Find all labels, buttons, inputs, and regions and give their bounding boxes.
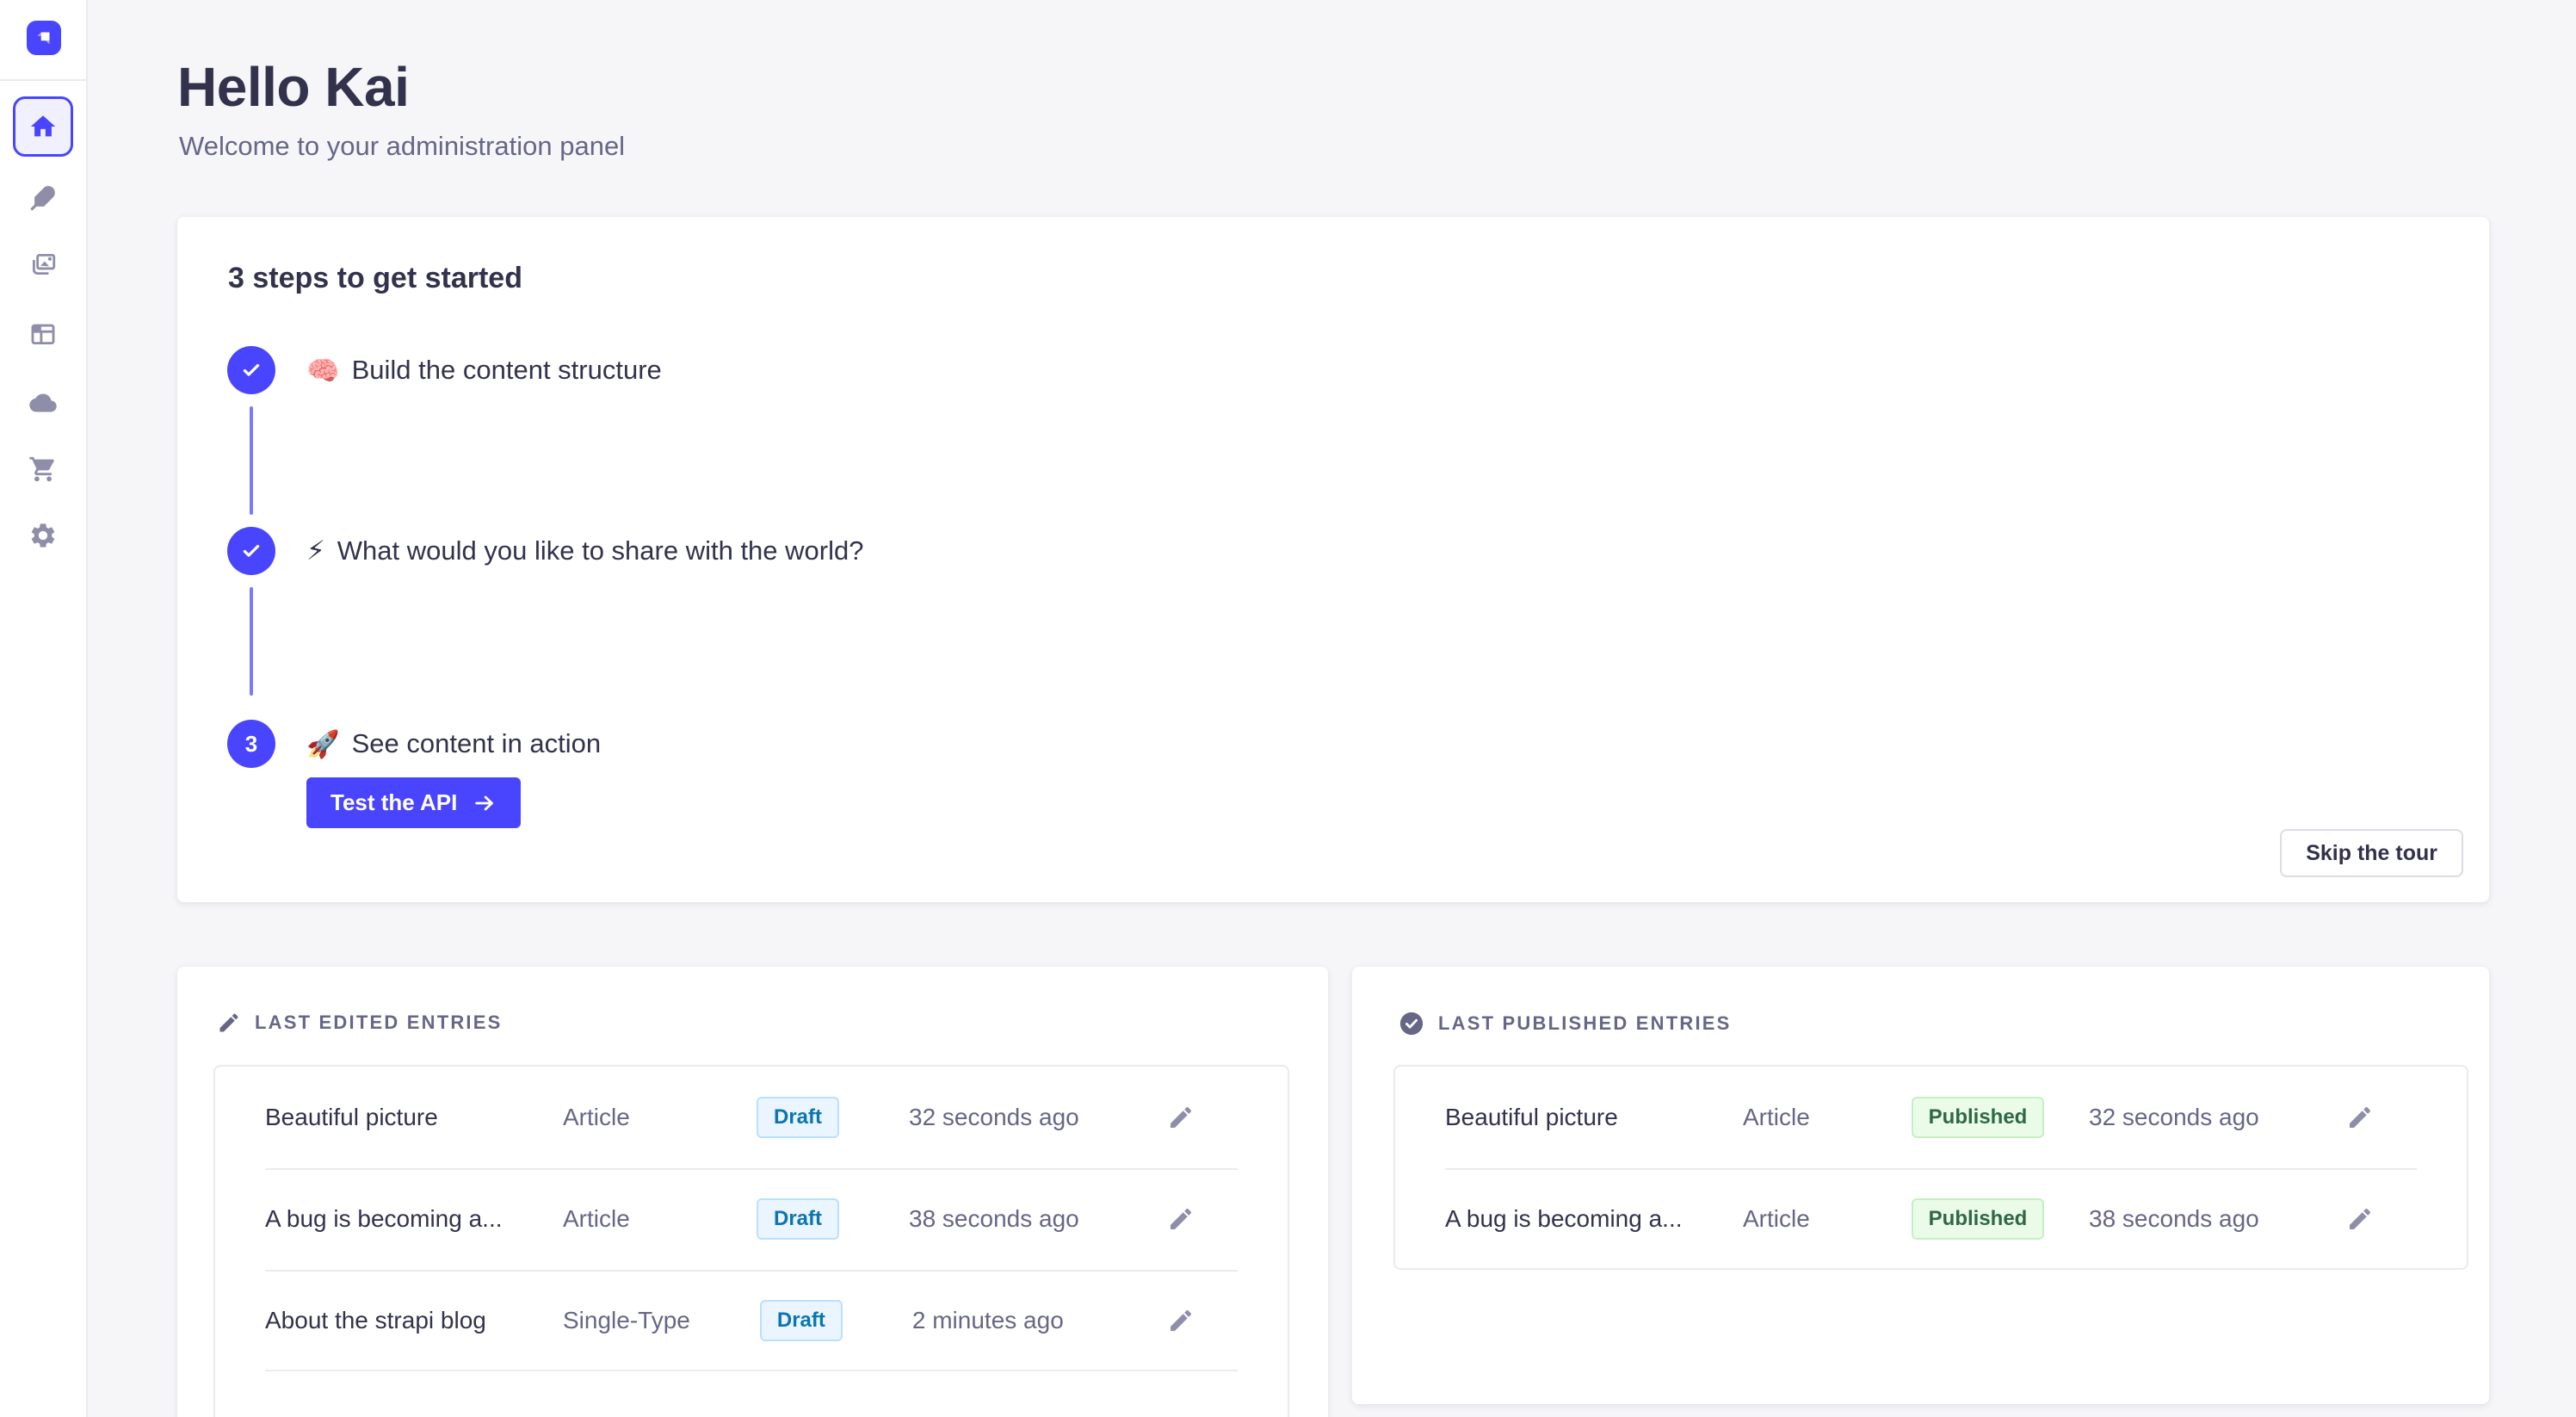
edit-entry-button[interactable] <box>1165 1204 1196 1234</box>
page-title: Hello Kai <box>177 55 625 119</box>
strapi-admin-panel: Hello Kai Welcome to your administration… <box>0 0 2576 1417</box>
home-icon <box>28 112 58 141</box>
onboarding-step-3: 3 🚀 See content in action <box>227 720 601 768</box>
onboarding-step-2: ⚡ What would you like to share with the … <box>227 527 863 575</box>
strapi-logo[interactable] <box>27 21 61 55</box>
page-header: Hello Kai Welcome to your administration… <box>177 55 625 162</box>
last-edited-title: LAST EDITED ENTRIES <box>255 1012 503 1034</box>
entry-type: Article <box>1743 1104 1867 1131</box>
edit-entry-button[interactable] <box>2344 1102 2375 1133</box>
last-published-title: LAST PUBLISHED ENTRIES <box>1438 1012 1732 1035</box>
skip-tour-button[interactable]: Skip the tour <box>2280 829 2463 877</box>
gear-icon <box>28 521 58 550</box>
pencil-icon <box>2346 1205 2374 1233</box>
sidebar-item-home[interactable] <box>13 96 73 157</box>
brain-emoji-icon: 🧠 <box>306 355 340 387</box>
entry-type: Article <box>563 1104 687 1131</box>
entry-type: Article <box>563 1205 687 1233</box>
entry-title: A bug is becoming a... <box>265 1205 563 1233</box>
sidebar-item-content-type-builder[interactable] <box>13 304 73 364</box>
entry-type: Single-Type <box>563 1307 690 1334</box>
onboarding-title: 3 steps to get started <box>228 262 522 295</box>
media-library-icon <box>28 250 58 279</box>
onboarding-step-1: 🧠 Build the content structure <box>227 346 662 394</box>
last-published-table: Beautiful picture Article Published 32 s… <box>1393 1065 2468 1270</box>
entry-time: 32 seconds ago <box>909 1104 1165 1131</box>
table-row: Beautiful picture Article Draft 32 secon… <box>215 1067 1288 1168</box>
onboarding-card: 3 steps to get started 🧠 Build the conte… <box>177 217 2489 902</box>
table-row: A bug is becoming a... Article Draft 38 … <box>215 1168 1288 1270</box>
sidebar-item-content-manager[interactable] <box>13 168 73 228</box>
pencil-icon <box>1167 1307 1195 1334</box>
edit-entry-button[interactable] <box>2344 1204 2375 1234</box>
sidebar-item-settings[interactable] <box>13 505 73 566</box>
entry-title: About the strapi blog <box>265 1307 563 1334</box>
entry-time: 38 seconds ago <box>2089 1205 2344 1233</box>
test-api-button[interactable]: Test the API <box>306 777 521 828</box>
last-published-card: LAST PUBLISHED ENTRIES Beautiful picture… <box>1352 967 2489 1404</box>
table-row: About the strapi blog Single-Type Draft … <box>215 1270 1288 1371</box>
entry-title: Beautiful picture <box>265 1104 563 1131</box>
rocket-emoji-icon: 🚀 <box>306 728 340 760</box>
step-connector <box>250 406 253 515</box>
strapi-logo-icon <box>33 27 55 49</box>
edit-entry-button[interactable] <box>1165 1305 1196 1336</box>
step-3-label[interactable]: 🚀 See content in action <box>306 728 601 760</box>
layout-icon <box>28 319 58 349</box>
entry-type: Article <box>1743 1205 1867 1233</box>
feather-icon <box>28 183 58 213</box>
entry-status-badge: Published <box>1912 1198 2045 1240</box>
step-1-done-bullet <box>227 346 275 394</box>
step-connector <box>250 587 253 696</box>
last-edited-card: LAST EDITED ENTRIES Beautiful picture Ar… <box>177 967 1328 1417</box>
pencil-icon <box>1167 1205 1195 1233</box>
page-subtitle: Welcome to your administration panel <box>179 131 625 162</box>
step-3-number-bullet: 3 <box>227 720 275 768</box>
entry-status-badge: Draft <box>757 1097 839 1138</box>
cart-icon <box>28 455 58 484</box>
pencil-icon <box>217 1011 241 1035</box>
arrow-right-icon <box>473 791 497 815</box>
last-edited-header: LAST EDITED ENTRIES <box>217 1011 503 1035</box>
entry-title: A bug is becoming a... <box>1445 1205 1743 1233</box>
pencil-icon <box>1167 1104 1195 1131</box>
sidebar-item-cloud[interactable] <box>13 373 73 433</box>
entry-time: 32 seconds ago <box>2089 1104 2344 1131</box>
cloud-icon <box>28 388 58 418</box>
entry-title: Beautiful picture <box>1445 1104 1743 1131</box>
check-circle-icon <box>1399 1011 1424 1036</box>
last-edited-table: Beautiful picture Article Draft 32 secon… <box>213 1065 1289 1417</box>
entry-status-badge: Draft <box>757 1198 839 1240</box>
check-icon <box>240 540 263 562</box>
sidebar-item-marketplace[interactable] <box>13 439 73 499</box>
entry-time: 38 seconds ago <box>909 1205 1165 1233</box>
sidebar-item-media-library[interactable] <box>13 234 73 294</box>
lightning-emoji-icon: ⚡ <box>306 535 325 566</box>
table-row: A bug is becoming a... Article Published… <box>1395 1168 2467 1270</box>
edit-entry-button[interactable] <box>1165 1102 1196 1133</box>
step-1-label[interactable]: 🧠 Build the content structure <box>306 355 662 387</box>
pencil-icon <box>2346 1104 2374 1131</box>
check-icon <box>240 359 263 381</box>
step-2-done-bullet <box>227 527 275 575</box>
sidebar-divider <box>0 79 86 81</box>
entry-status-badge: Draft <box>760 1300 843 1341</box>
last-published-header: LAST PUBLISHED ENTRIES <box>1399 1011 1732 1036</box>
entry-status-badge: Published <box>1912 1097 2045 1138</box>
entry-time: 2 minutes ago <box>912 1307 1165 1334</box>
main-nav-sidebar <box>0 0 88 1417</box>
table-row: Beautiful picture Article Published 32 s… <box>1395 1067 2467 1168</box>
step-2-label[interactable]: ⚡ What would you like to share with the … <box>306 535 863 566</box>
